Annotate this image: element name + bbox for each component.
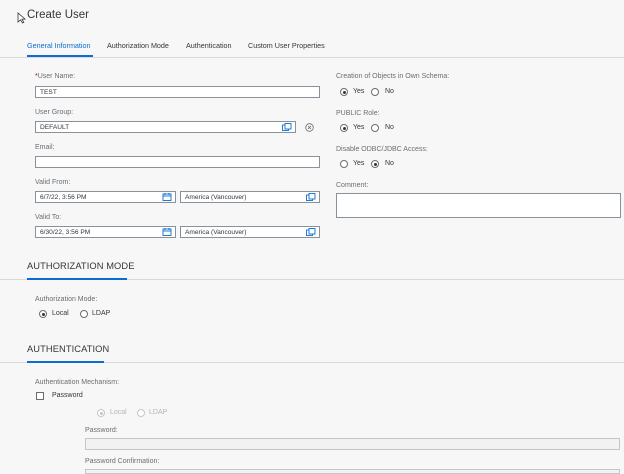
page-title: Create User [27,9,89,21]
password-ldap-radio[interactable] [137,409,145,417]
disable-odbc-yes-label: Yes [353,160,365,167]
value-help-icon[interactable] [306,228,316,236]
public-role-no-label: No [385,124,394,131]
public-role-yes-radio[interactable] [340,124,348,132]
tab-general-information[interactable]: General Information [27,41,91,50]
disable-odbc-yes-radio[interactable] [340,160,348,168]
authorization-mode-label: Authorization Mode: [35,296,98,303]
comment-label: Comment: [336,182,369,189]
disable-odbc-no-label: No [385,160,394,167]
valid-to-timezone-input[interactable]: America (Vancouver) [180,226,320,238]
password-local-label: Local [110,409,127,416]
user-name-label: *User Name: [35,73,76,80]
valid-to-label: Valid To: [35,214,62,221]
password-input[interactable] [85,438,620,450]
password-checkbox[interactable] [36,392,44,400]
password-confirmation-input[interactable] [85,469,620,474]
valid-from-label: Valid From: [35,179,71,186]
calendar-icon[interactable] [162,228,172,236]
clear-icon[interactable] [305,123,314,132]
tab-custom-user-properties[interactable]: Custom User Properties [248,41,325,50]
disable-odbc-no-radio[interactable] [371,160,379,168]
section-underline [27,361,104,363]
value-help-icon[interactable] [282,123,292,131]
valid-from-date-input[interactable]: 6/7/22, 3:56 PM [35,191,176,203]
section-underline [27,278,127,280]
authentication-heading: AUTHENTICATION [27,344,110,354]
email-input[interactable] [35,156,320,168]
creation-objects-no-radio[interactable] [371,88,379,96]
cursor-arrow-icon [17,12,26,24]
creation-objects-yes-label: Yes [353,88,365,95]
tab-authentication[interactable]: Authentication [186,41,232,50]
authentication-mechanism-label: Authentication Mechanism: [35,379,120,386]
valid-to-date-input[interactable]: 6/30/22, 3:56 PM [35,226,176,238]
disable-odbc-label: Disable ODBC/JDBC Access: [336,146,428,153]
active-tab-indicator [27,55,93,57]
user-group-label: User Group: [35,109,74,116]
calendar-icon[interactable] [162,193,172,201]
public-role-yes-label: Yes [353,124,365,131]
creation-objects-label: Creation of Objects in Own Schema: [336,73,450,80]
password-local-radio[interactable] [97,409,105,417]
authorization-ldap-radio[interactable] [80,310,88,318]
password-option-label: Password [52,392,83,399]
authorization-local-radio[interactable] [39,310,47,318]
comment-textarea[interactable] [336,193,621,218]
valid-from-timezone-input[interactable]: America (Vancouver) [180,191,320,203]
creation-objects-yes-radio[interactable] [340,88,348,96]
public-role-no-radio[interactable] [371,124,379,132]
password-label: Password: [85,427,118,434]
email-label: Email: [35,144,55,151]
creation-objects-no-label: No [385,88,394,95]
tab-authorization-mode[interactable]: Authorization Mode [107,41,169,50]
user-group-input[interactable]: DEFAULT [35,121,296,133]
authorization-ldap-label: LDAP [92,310,111,317]
user-name-input[interactable]: TEST [35,86,320,98]
value-help-icon[interactable] [306,193,316,201]
password-confirmation-label: Password Confirmation: [85,458,160,465]
password-ldap-label: LDAP [149,409,168,416]
authorization-mode-heading: AUTHORIZATION MODE [27,261,135,271]
authorization-local-label: Local [52,310,69,317]
public-role-label: PUBLIC Role: [336,110,380,117]
